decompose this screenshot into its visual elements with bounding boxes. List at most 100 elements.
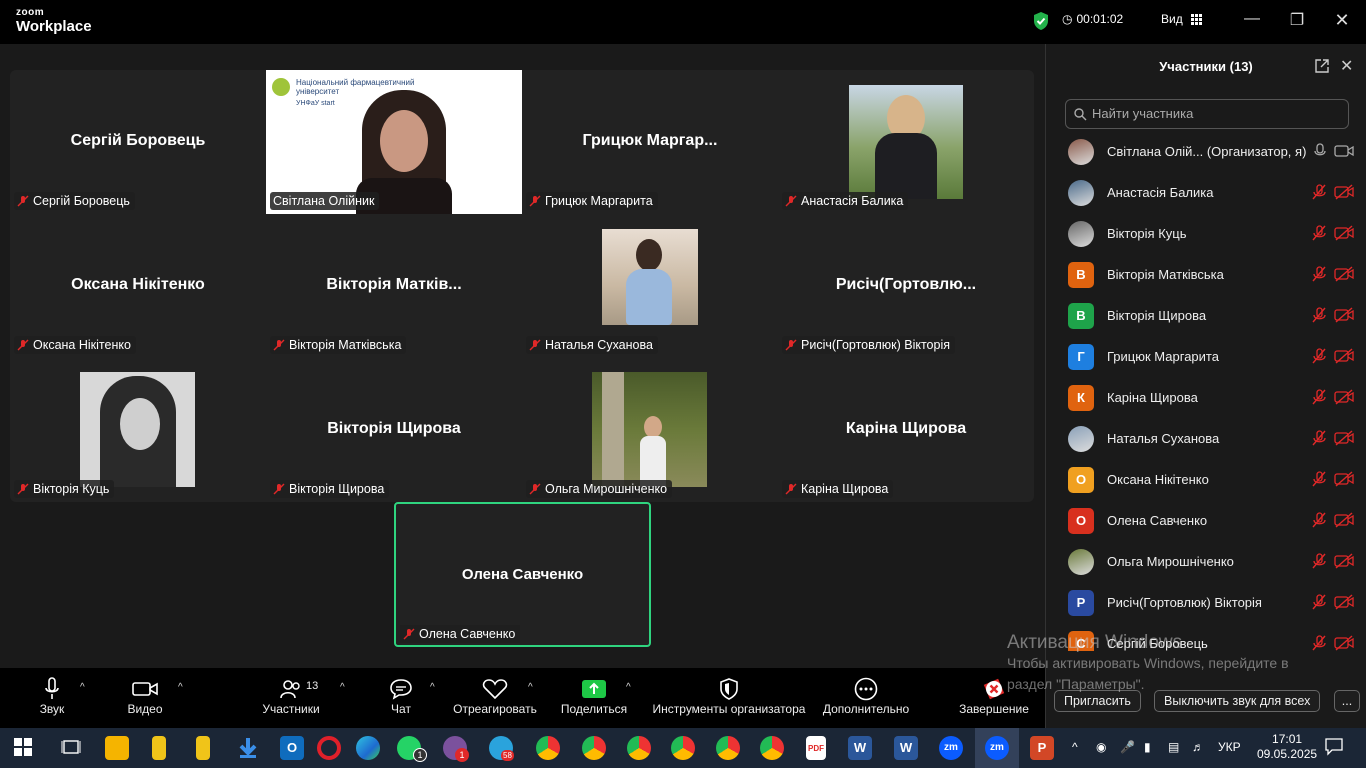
video-off-icon[interactable] [1334,225,1354,241]
opera-icon[interactable] [317,736,341,760]
video-camera-icon[interactable] [1334,143,1354,159]
participant-row[interactable]: Г Грицюк Маргарита [1046,336,1366,377]
whatsapp-icon[interactable]: 1 [397,736,427,762]
muted-mic-icon[interactable] [1311,635,1327,651]
panel-more-button[interactable]: ... [1334,690,1360,712]
muted-mic-icon[interactable] [1311,553,1327,569]
share-options-caret[interactable]: ^ [626,682,631,693]
video-off-icon[interactable] [1334,553,1354,569]
muted-mic-icon[interactable] [1311,307,1327,323]
chat-options-caret[interactable]: ^ [430,682,435,693]
participant-row[interactable]: О Олена Савченко [1046,500,1366,541]
participant-row[interactable]: В Вікторія Щирова [1046,295,1366,336]
audio-button[interactable]: Звук [36,676,68,716]
muted-mic-icon[interactable] [1311,225,1327,241]
file-explorer-icon[interactable] [152,736,166,760]
windows-start-icon[interactable] [12,736,36,760]
muted-mic-icon[interactable] [1311,512,1327,528]
video-off-icon[interactable] [1334,594,1354,610]
participant-row[interactable]: Світлана Олій... (Организатор, я) [1046,131,1366,172]
battery-icon[interactable]: ▮ [1144,740,1151,754]
chrome-icon-3[interactable] [627,736,651,760]
video-off-icon[interactable] [1334,512,1354,528]
participant-row[interactable]: Наталья Суханова [1046,418,1366,459]
telegram-icon[interactable]: 58 [489,736,514,761]
tray-clock[interactable]: 17:01 09.05.2025 [1257,732,1317,762]
video-off-icon[interactable] [1334,307,1354,323]
participant-row[interactable]: Анастасія Балика [1046,172,1366,213]
participant-row[interactable]: Ольга Мирошніченко [1046,541,1366,582]
encryption-shield-icon[interactable] [1032,11,1050,36]
participant-row[interactable]: Вікторія Куць [1046,213,1366,254]
video-tile[interactable]: Рисіч(Гортовлю... Рисіч(Гортовлюк) Вікто… [778,214,1034,358]
muted-mic-icon[interactable] [1311,471,1327,487]
download-icon[interactable] [236,736,260,760]
participants-button[interactable]: 13 Участники [260,676,322,716]
network-icon[interactable]: ▤ [1168,740,1179,754]
video-tile[interactable]: Вікторія Куць [10,358,266,502]
notifications-icon[interactable] [1324,736,1344,759]
react-button[interactable]: Отреагировать [452,676,538,716]
powerpoint-icon[interactable]: P [1030,736,1054,760]
video-tile[interactable]: Оксана Нікітенко Оксана Нікітенко [10,214,266,358]
tray-overflow-icon[interactable]: ^ [1072,740,1078,754]
chrome-icon-4[interactable] [671,736,695,760]
video-button[interactable]: Видео [124,676,166,716]
video-off-icon[interactable] [1334,430,1354,446]
participant-row[interactable]: Р Рисіч(Гортовлюк) Вікторія [1046,582,1366,623]
muted-mic-icon[interactable] [1311,594,1327,610]
more-button[interactable]: Дополнительно [820,676,912,716]
host-tools-button[interactable]: Инструменты организатора [650,676,808,716]
video-off-icon[interactable] [1334,348,1354,364]
popout-icon[interactable] [1314,58,1330,79]
active-speaker-tile[interactable]: Олена Савченко Олена Савченко [394,502,651,647]
close-panel-icon[interactable]: ✕ [1340,56,1353,76]
outlook-icon[interactable]: O [280,736,304,760]
video-tile[interactable]: Анастасія Балика [778,70,1034,214]
video-tile[interactable]: Вікторія Матків... Вікторія Матківська [266,214,522,358]
video-tile-shared-screen[interactable]: Національний фармацевтичний університет … [266,70,522,214]
close-button[interactable]: ✕ [1330,10,1354,30]
file-explorer-icon-2[interactable] [196,736,210,760]
chrome-icon-1[interactable] [536,736,560,760]
share-button[interactable]: Поделиться [558,676,630,716]
minimize-button[interactable]: — [1240,10,1264,30]
audio-options-caret[interactable]: ^ [80,682,85,693]
tray-meet-icon[interactable]: ◉ [1096,740,1106,754]
chrome-icon-5[interactable] [716,736,740,760]
muted-mic-icon[interactable] [1311,348,1327,364]
video-tile[interactable]: Вікторія Щирова Вікторія Щирова [266,358,522,502]
muted-mic-icon[interactable] [1311,184,1327,200]
volume-icon[interactable]: ♬ [1192,740,1204,754]
participant-row[interactable]: В Вікторія Матківська [1046,254,1366,295]
chat-button[interactable]: Чат [386,676,416,716]
video-tile[interactable]: Грицюк Маргар... Грицюк Маргарита [522,70,778,214]
word-icon-2[interactable]: W [894,736,918,760]
language-indicator[interactable]: УКР [1218,740,1241,754]
tray-mic-icon[interactable]: 🎤 [1120,740,1135,754]
video-off-icon[interactable] [1334,184,1354,200]
muted-mic-icon[interactable] [1311,266,1327,282]
participant-row[interactable]: К Каріна Щирова [1046,377,1366,418]
video-tile[interactable]: Ольга Мирошніченко [522,358,778,502]
participant-search-input[interactable]: Найти участника [1065,99,1349,129]
video-off-icon[interactable] [1334,389,1354,405]
muted-mic-icon[interactable] [1311,389,1327,405]
video-off-icon[interactable] [1334,471,1354,487]
participants-options-caret[interactable]: ^ [340,682,345,693]
react-options-caret[interactable]: ^ [528,682,533,693]
viber-icon[interactable]: 1 [443,736,469,762]
chrome-icon-2[interactable] [582,736,606,760]
chrome-icon-6[interactable] [760,736,784,760]
maximize-button[interactable]: ❐ [1285,10,1309,30]
video-tile[interactable]: Сергій Боровець Сергій Боровець [10,70,266,214]
participant-row[interactable]: О Оксана Нікітенко [1046,459,1366,500]
zoom-icon-1[interactable]: zm [939,736,963,760]
microphone-icon[interactable] [1314,143,1326,159]
video-tile[interactable]: Наталья Суханова [522,214,778,358]
video-off-icon[interactable] [1334,635,1354,651]
word-icon-1[interactable]: W [848,736,872,760]
video-options-caret[interactable]: ^ [178,682,183,693]
task-view-icon[interactable] [60,736,84,760]
zoom-icon-2[interactable]: zm [985,736,1009,760]
